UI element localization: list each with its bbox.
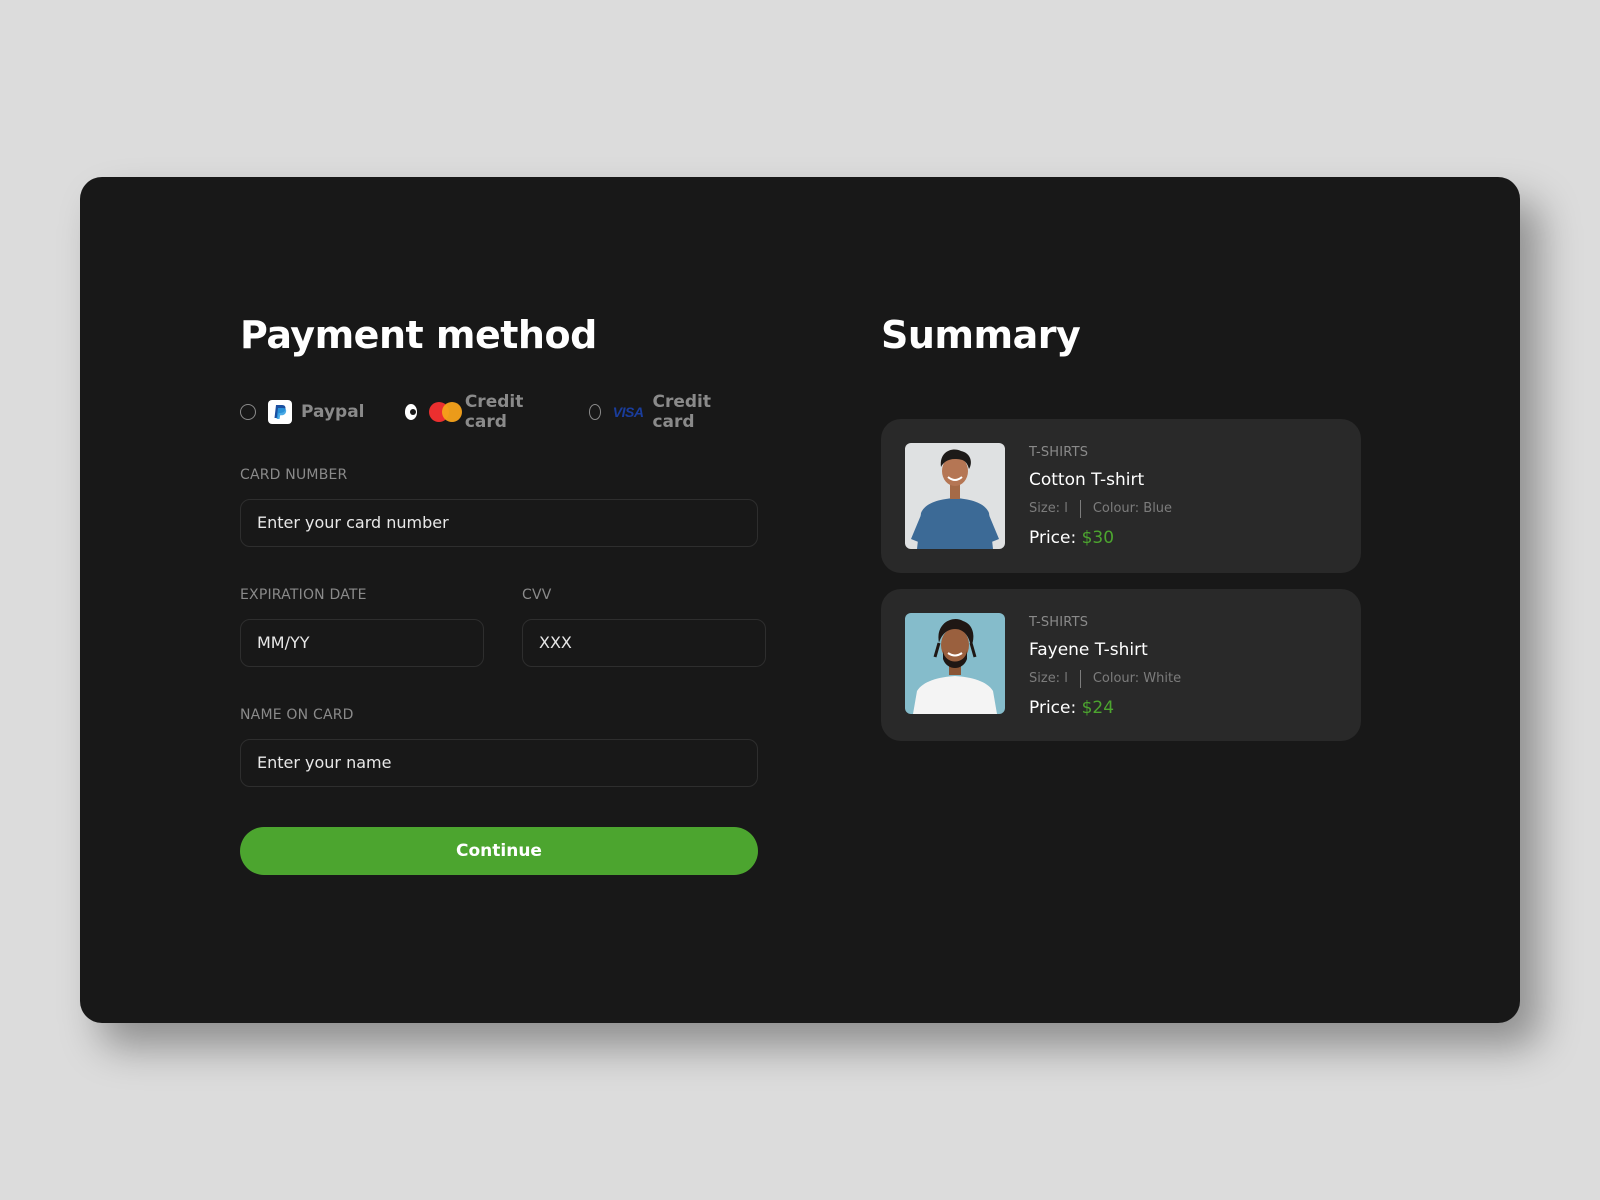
expiration-input[interactable]: MM/YY <box>240 618 484 667</box>
product-colour: Colour: Blue <box>1092 501 1173 517</box>
product-colour: Colour: White <box>1092 671 1182 687</box>
product-name: Fayene T-shirt <box>1029 639 1148 660</box>
radio-mastercard[interactable] <box>404 403 418 420</box>
method-paypal[interactable]: Paypal <box>240 399 365 424</box>
product-image <box>905 612 1005 714</box>
payment-title: Payment method <box>240 313 597 357</box>
card-number-input[interactable]: Enter your card number <box>240 498 758 547</box>
product-category: T-SHIRTS <box>1029 444 1089 460</box>
summary-title: Summary <box>881 313 1081 357</box>
price-label: Price: <box>1029 527 1077 548</box>
method-label-paypal: Paypal <box>301 401 365 422</box>
paypal-icon <box>268 399 292 424</box>
product-name: Cotton T-shirt <box>1029 469 1145 490</box>
checkout-card: Payment method Paypal Credit card VISA C… <box>80 177 1520 1023</box>
visa-icon: VISA <box>612 403 644 420</box>
continue-button[interactable]: Continue <box>240 826 758 875</box>
spec-divider <box>1079 499 1081 518</box>
product-info: T-SHIRTS Fayene T-shirt Size: l Colour: … <box>1029 615 1181 718</box>
product-category: T-SHIRTS <box>1029 614 1089 630</box>
summary-item[interactable]: T-SHIRTS Fayene T-shirt Size: l Colour: … <box>881 588 1361 741</box>
price-amount: $30 <box>1081 527 1115 548</box>
product-price: Price: $24 <box>1029 698 1181 718</box>
card-number-group: CARD NUMBER Enter your card number <box>240 467 770 547</box>
product-specs: Size: l Colour: Blue <box>1029 499 1173 518</box>
payment-section: Payment method Paypal Credit card VISA C… <box>240 313 770 875</box>
method-mastercard[interactable]: Credit card <box>404 391 549 432</box>
product-info: T-SHIRTS Cotton T-shirt Size: l Colour: … <box>1029 445 1172 548</box>
summary-section: Summary T-SHIRTS Cotton T-shirt Size: l … <box>881 313 1361 757</box>
summary-item[interactable]: T-SHIRTS Cotton T-shirt Size: l Colour: … <box>881 418 1361 573</box>
name-group: NAME ON CARD Enter your name <box>240 707 770 787</box>
product-price: Price: $30 <box>1029 528 1172 548</box>
card-number-label: CARD NUMBER <box>240 466 348 483</box>
product-size: Size: l <box>1029 501 1068 517</box>
name-input[interactable]: Enter your name <box>240 738 758 787</box>
price-label: Price: <box>1029 697 1077 718</box>
product-size: Size: l <box>1029 671 1068 687</box>
cvv-label: CVV <box>522 586 552 603</box>
cvv-group: CVV XXX <box>522 587 766 667</box>
radio-paypal[interactable] <box>240 403 256 420</box>
method-label-visa: Credit card <box>652 391 711 432</box>
summary-list: T-SHIRTS Cotton T-shirt Size: l Colour: … <box>881 418 1361 741</box>
expiry-cvv-row: EXPIRATION DATE MM/YY CVV XXX <box>240 587 766 667</box>
radio-visa[interactable] <box>588 403 601 420</box>
product-image <box>905 442 1005 549</box>
name-label: NAME ON CARD <box>240 706 354 723</box>
payment-methods: Paypal Credit card VISA Credit card <box>240 392 770 432</box>
method-label-mastercard: Credit card <box>464 391 524 432</box>
cvv-input[interactable]: XXX <box>522 618 766 667</box>
expiration-group: EXPIRATION DATE MM/YY <box>240 587 484 667</box>
price-amount: $24 <box>1081 697 1115 718</box>
product-specs: Size: l Colour: White <box>1029 669 1182 688</box>
method-visa[interactable]: VISA Credit card <box>588 391 730 432</box>
expiration-label: EXPIRATION DATE <box>240 586 367 603</box>
mastercard-icon <box>429 401 463 423</box>
spec-divider <box>1079 669 1081 688</box>
